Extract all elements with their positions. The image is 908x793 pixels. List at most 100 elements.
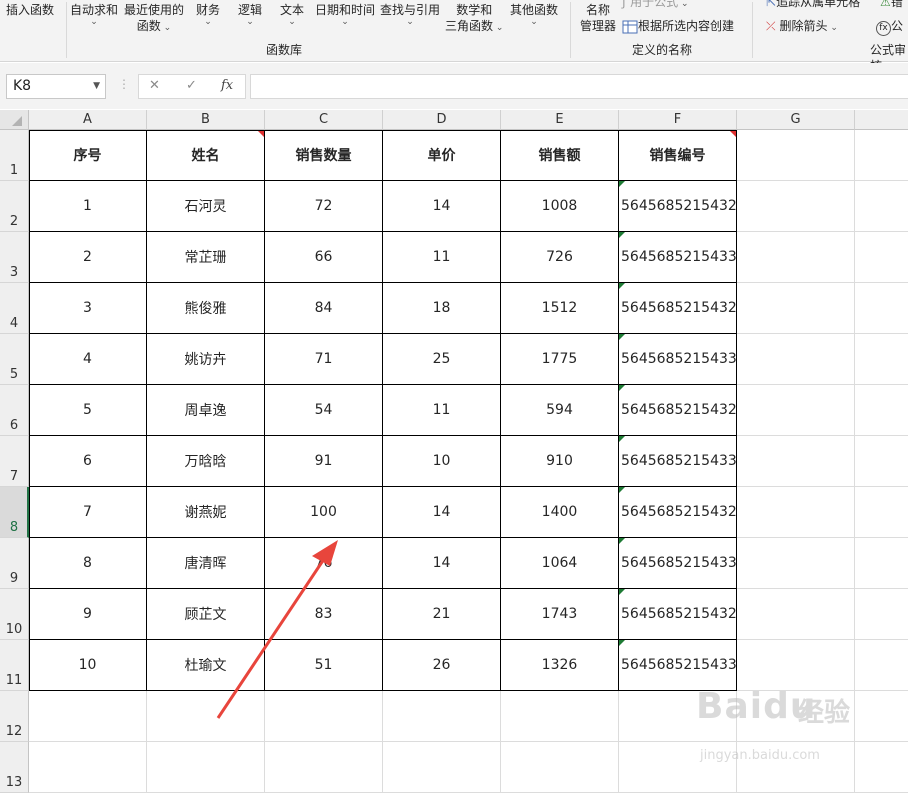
error-check-button[interactable]: ⚠错: [880, 0, 903, 10]
data-cell-e11[interactable]: 1326: [501, 640, 619, 691]
row-header-8[interactable]: 8: [0, 487, 29, 538]
data-cell-e10[interactable]: 1743: [501, 589, 619, 640]
data-cell-f4[interactable]: 5645685215432: [619, 283, 737, 334]
empty-cell[interactable]: [737, 589, 855, 640]
data-cell-b3[interactable]: 常芷珊: [147, 232, 265, 283]
row-header-11[interactable]: 11: [0, 640, 29, 691]
text-button[interactable]: 文本 ⌄: [280, 2, 304, 27]
data-cell-a11[interactable]: 10: [29, 640, 147, 691]
empty-cell[interactable]: [855, 181, 908, 232]
empty-cell[interactable]: [29, 691, 147, 742]
data-cell-b10[interactable]: 顾芷文: [147, 589, 265, 640]
row-header-10[interactable]: 10: [0, 589, 29, 640]
empty-cell[interactable]: [147, 691, 265, 742]
row-header-2[interactable]: 2: [0, 181, 29, 232]
empty-cell[interactable]: [29, 742, 147, 793]
empty-cell[interactable]: [737, 385, 855, 436]
empty-cell[interactable]: [737, 130, 855, 181]
empty-cell[interactable]: [619, 742, 737, 793]
empty-cell[interactable]: [737, 640, 855, 691]
column-header-a[interactable]: A: [29, 110, 147, 130]
column-header-b[interactable]: B: [147, 110, 265, 130]
empty-cell[interactable]: [265, 691, 383, 742]
data-cell-e2[interactable]: 1008: [501, 181, 619, 232]
data-cell-d7[interactable]: 10: [383, 436, 501, 487]
row-header-5[interactable]: 5: [0, 334, 29, 385]
data-cell-b8[interactable]: 谢燕妮: [147, 487, 265, 538]
column-header-f[interactable]: F: [619, 110, 737, 130]
name-manager-button[interactable]: 名称 管理器: [580, 2, 616, 34]
enter-icon[interactable]: ✓: [186, 78, 197, 93]
row-header-1[interactable]: 1: [0, 130, 29, 181]
data-cell-b9[interactable]: 唐清晖: [147, 538, 265, 589]
data-cell-a10[interactable]: 9: [29, 589, 147, 640]
empty-cell[interactable]: [737, 691, 855, 742]
empty-cell[interactable]: [855, 334, 908, 385]
use-in-formula-button[interactable]: ƒ 用于公式 ⌄: [622, 0, 688, 10]
data-cell-b7[interactable]: 万晗晗: [147, 436, 265, 487]
insert-function-button[interactable]: 插入函数: [6, 2, 54, 18]
data-cell-e4[interactable]: 1512: [501, 283, 619, 334]
recent-functions-button[interactable]: 最近使用的 函数 ⌄: [124, 2, 184, 34]
data-cell-c2[interactable]: 72: [265, 181, 383, 232]
empty-cell[interactable]: [383, 742, 501, 793]
empty-cell[interactable]: [855, 538, 908, 589]
data-cell-c8[interactable]: 100: [265, 487, 383, 538]
data-cell-d9[interactable]: 14: [383, 538, 501, 589]
data-cell-d8[interactable]: 14: [383, 487, 501, 538]
insert-function-icon[interactable]: fx: [221, 78, 233, 93]
empty-cell[interactable]: [855, 691, 908, 742]
math-button[interactable]: 数学和 三角函数 ⌄: [445, 2, 503, 34]
empty-cell[interactable]: [737, 283, 855, 334]
header-cell-a[interactable]: 序号: [29, 130, 147, 181]
data-cell-f2[interactable]: 5645685215432: [619, 181, 737, 232]
lookup-button[interactable]: 查找与引用 ⌄: [380, 2, 440, 27]
data-cell-e5[interactable]: 1775: [501, 334, 619, 385]
cancel-icon[interactable]: ✕: [149, 78, 160, 93]
logic-button[interactable]: 逻辑 ⌄: [238, 2, 262, 27]
empty-cell[interactable]: [855, 385, 908, 436]
data-cell-b11[interactable]: 杜瑜文: [147, 640, 265, 691]
header-cell-e[interactable]: 销售额: [501, 130, 619, 181]
data-cell-b4[interactable]: 熊俊雅: [147, 283, 265, 334]
data-cell-e3[interactable]: 726: [501, 232, 619, 283]
data-cell-c11[interactable]: 51: [265, 640, 383, 691]
data-cell-b2[interactable]: 石河灵: [147, 181, 265, 232]
empty-cell[interactable]: [855, 589, 908, 640]
empty-cell[interactable]: [737, 334, 855, 385]
empty-cell[interactable]: [383, 691, 501, 742]
evaluate-formula-button[interactable]: fx 公: [876, 18, 903, 36]
datetime-button[interactable]: 日期和时间 ⌄: [315, 2, 375, 27]
data-cell-f11[interactable]: 5645685215433: [619, 640, 737, 691]
empty-cell[interactable]: [855, 283, 908, 334]
data-cell-e6[interactable]: 594: [501, 385, 619, 436]
empty-cell[interactable]: [737, 742, 855, 793]
select-all-corner[interactable]: [0, 110, 29, 130]
empty-cell[interactable]: [737, 538, 855, 589]
data-cell-b6[interactable]: 周卓逸: [147, 385, 265, 436]
data-cell-a7[interactable]: 6: [29, 436, 147, 487]
data-cell-b5[interactable]: 姚访卉: [147, 334, 265, 385]
data-cell-f5[interactable]: 5645685215433: [619, 334, 737, 385]
data-cell-c4[interactable]: 84: [265, 283, 383, 334]
trace-dependents-button[interactable]: ⇱追踪从属单元格: [766, 0, 860, 10]
empty-cell[interactable]: [855, 742, 908, 793]
data-cell-d11[interactable]: 26: [383, 640, 501, 691]
data-cell-d10[interactable]: 21: [383, 589, 501, 640]
empty-cell[interactable]: [737, 232, 855, 283]
remove-arrows-button[interactable]: ⤫ 删除箭头 ⌄: [766, 18, 838, 34]
empty-cell[interactable]: [737, 487, 855, 538]
empty-cell[interactable]: [855, 640, 908, 691]
data-cell-e7[interactable]: 910: [501, 436, 619, 487]
empty-cell[interactable]: [147, 742, 265, 793]
data-cell-c7[interactable]: 91: [265, 436, 383, 487]
empty-cell[interactable]: [855, 436, 908, 487]
create-from-selection-button[interactable]: 根据所选内容创建: [622, 18, 734, 34]
data-cell-c3[interactable]: 66: [265, 232, 383, 283]
data-cell-a2[interactable]: 1: [29, 181, 147, 232]
data-cell-c5[interactable]: 71: [265, 334, 383, 385]
data-cell-a5[interactable]: 4: [29, 334, 147, 385]
header-cell-b[interactable]: 姓名: [147, 130, 265, 181]
data-cell-e8[interactable]: 1400: [501, 487, 619, 538]
row-header-6[interactable]: 6: [0, 385, 29, 436]
